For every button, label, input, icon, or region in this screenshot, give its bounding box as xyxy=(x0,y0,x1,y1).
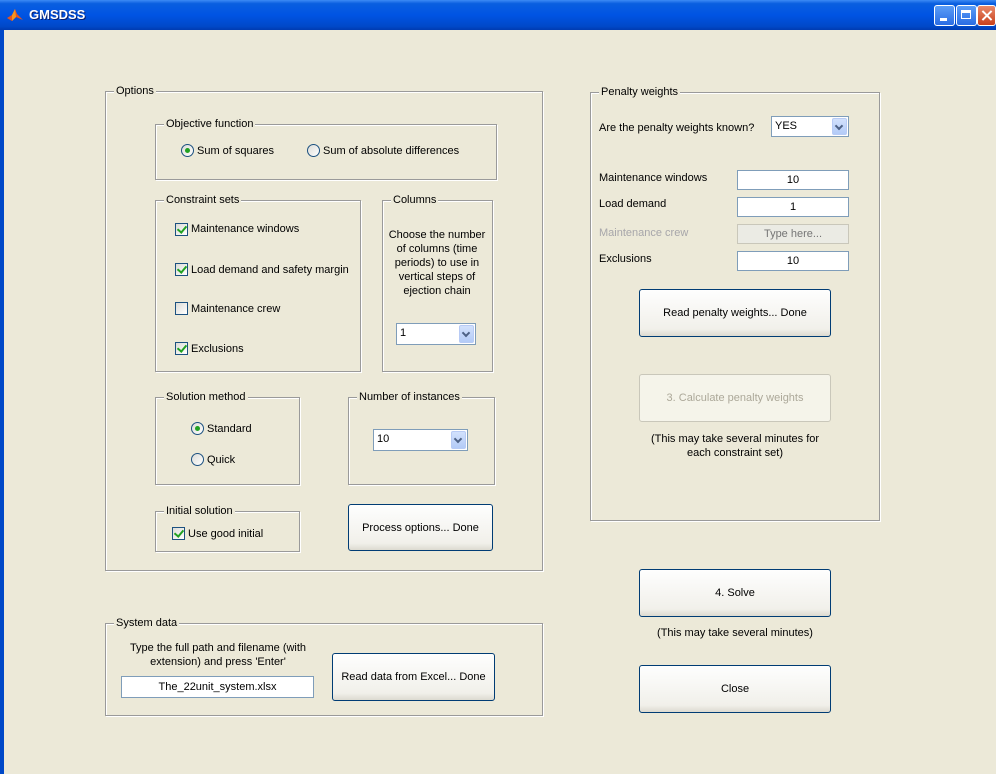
exclusions-label: Exclusions xyxy=(191,343,244,355)
quick-label: Quick xyxy=(207,454,236,466)
window-left-border xyxy=(0,30,4,774)
chevron-down-icon[interactable] xyxy=(451,431,466,449)
weights-known-value: YES xyxy=(775,120,798,132)
use-good-initial-label: Use good initial xyxy=(188,528,264,540)
solution-method-legend: Solution method xyxy=(164,391,248,404)
columns-select[interactable]: 1 xyxy=(396,323,476,345)
maintenance-windows-label: Maintenance windows xyxy=(191,223,300,235)
solution-method-group: Solution method xyxy=(155,391,300,485)
window-title: GMSDSS xyxy=(29,7,86,22)
columns-description: Choose the number of columns (time perio… xyxy=(388,229,486,297)
solve-button[interactable]: 4. Solve xyxy=(639,569,831,617)
pw-maintenance-crew-input[interactable] xyxy=(737,224,849,244)
instances-select[interactable]: 10 xyxy=(373,429,468,451)
columns-select-value: 1 xyxy=(400,327,407,339)
pw-exclusions-input[interactable] xyxy=(737,251,849,271)
constraint-sets-legend: Constraint sets xyxy=(164,194,242,207)
number-of-instances-legend: Number of instances xyxy=(357,391,462,404)
weights-known-label: Are the penalty weights known? xyxy=(599,122,755,134)
title-bar: GMSDSS xyxy=(0,0,996,30)
close-button[interactable]: Close xyxy=(639,665,831,713)
pw-load-demand-label: Load demand xyxy=(599,198,667,210)
sum-of-absolute-differences-radio[interactable] xyxy=(307,144,320,157)
matlab-logo-icon xyxy=(7,9,23,21)
pw-load-demand-input[interactable] xyxy=(737,197,849,217)
sum-of-absolute-differences-label: Sum of absolute differences xyxy=(323,145,460,157)
system-data-legend: System data xyxy=(114,617,180,630)
use-good-initial-checkbox[interactable] xyxy=(172,527,185,540)
load-demand-checkbox[interactable] xyxy=(175,263,188,276)
objective-function-legend: Objective function xyxy=(164,118,256,131)
penalty-weights-legend: Penalty weights xyxy=(599,86,681,99)
calculate-penalty-weights-button[interactable]: 3. Calculate penalty weights xyxy=(639,374,831,422)
maintenance-crew-checkbox[interactable] xyxy=(175,302,188,315)
sum-of-squares-radio[interactable] xyxy=(181,144,194,157)
load-demand-label: Load demand and safety margin xyxy=(191,264,349,276)
maximize-icon[interactable] xyxy=(956,5,977,26)
minimize-icon[interactable] xyxy=(934,5,955,26)
options-legend: Options xyxy=(114,85,156,98)
weights-known-select[interactable]: YES xyxy=(771,116,849,137)
pw-maintenance-crew-label: Maintenance crew xyxy=(599,227,689,239)
initial-solution-legend: Initial solution xyxy=(164,505,235,518)
maintenance-windows-checkbox[interactable] xyxy=(175,223,188,236)
pw-maintenance-windows-label: Maintenance windows xyxy=(599,172,708,184)
exclusions-checkbox[interactable] xyxy=(175,342,188,355)
read-data-excel-button[interactable]: Read data from Excel... Done xyxy=(332,653,495,701)
read-penalty-weights-button[interactable]: Read penalty weights... Done xyxy=(639,289,831,337)
process-options-button[interactable]: Process options... Done xyxy=(348,504,493,551)
standard-label: Standard xyxy=(207,423,252,435)
columns-legend: Columns xyxy=(391,194,439,207)
instances-select-value: 10 xyxy=(377,433,390,445)
standard-radio[interactable] xyxy=(191,422,204,435)
close-window-icon[interactable] xyxy=(977,5,996,26)
solve-note: (This may take several minutes) xyxy=(657,627,813,639)
file-path-input[interactable] xyxy=(121,676,314,698)
chevron-down-icon[interactable] xyxy=(832,118,847,135)
pw-exclusions-label: Exclusions xyxy=(599,253,652,265)
pw-maintenance-windows-input[interactable] xyxy=(737,170,849,190)
quick-radio[interactable] xyxy=(191,453,204,466)
system-data-instructions: Type the full path and filename (with ex… xyxy=(129,642,307,668)
sum-of-squares-label: Sum of squares xyxy=(197,145,275,157)
maintenance-crew-label: Maintenance crew xyxy=(191,303,281,315)
chevron-down-icon[interactable] xyxy=(459,325,474,343)
calculate-note: (This may take several minutes for each … xyxy=(650,433,820,459)
